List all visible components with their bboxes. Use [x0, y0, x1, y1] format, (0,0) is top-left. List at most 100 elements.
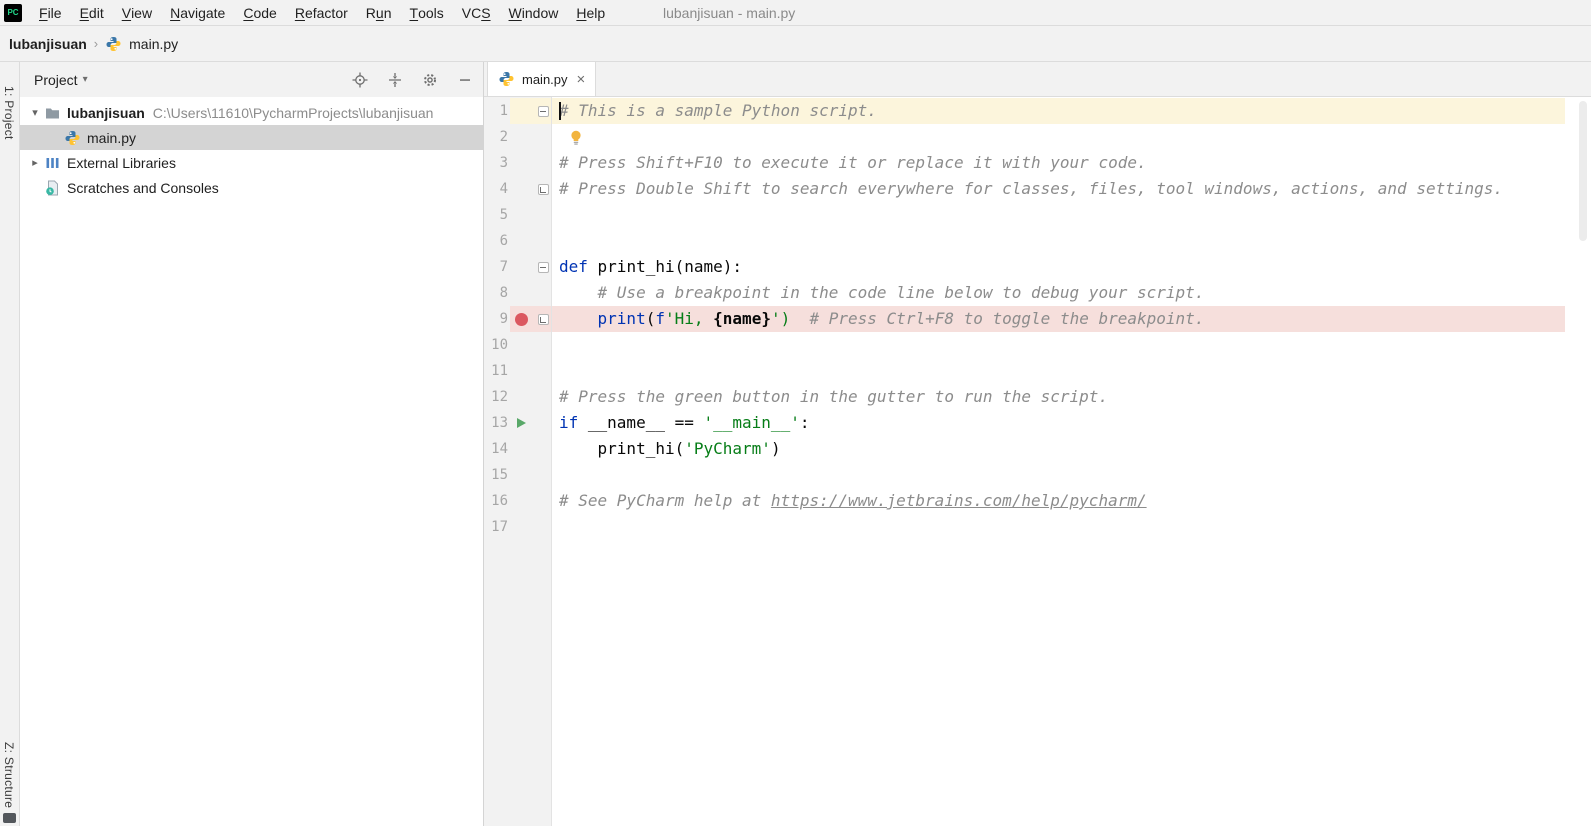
menu-window[interactable]: Window — [500, 0, 568, 25]
code-line-7[interactable]: def print_hi(name): — [552, 254, 1565, 280]
pycharm-window: PC File Edit View Navigate Code Refactor Ru n To… — [0, 0, 1591, 826]
code-line-16[interactable]: # See PyCharm help at https://www.jetbra… — [552, 488, 1565, 514]
tab-main-py[interactable]: main.py × — [487, 62, 597, 96]
breadcrumb: lubanjisuan › main.py — [0, 26, 1591, 62]
gutter-row-14[interactable]: 14 — [484, 436, 551, 462]
intention-bulb-icon[interactable] — [569, 130, 583, 145]
chevron-right-icon[interactable]: ▸ — [26, 156, 44, 169]
menu-refactor[interactable]: Refactor — [286, 0, 357, 25]
gutter-row-17[interactable]: 17 — [484, 514, 551, 540]
gutter-row-2[interactable]: 2 — [484, 124, 551, 150]
gutter-row-16[interactable]: 16 — [484, 488, 551, 514]
gutter-row-13[interactable]: 13 — [484, 410, 551, 436]
breakpoint-icon[interactable] — [514, 312, 528, 326]
code-line-9[interactable]: print(f'Hi, {name}') # Press Ctrl+F8 to … — [552, 306, 1565, 332]
tool-window-toggle-icon[interactable] — [3, 813, 16, 823]
menu-run[interactable]: Run — [357, 0, 401, 25]
code-line-15[interactable] — [552, 462, 1565, 488]
code-line-1[interactable]: # This is a sample Python script. — [552, 98, 1565, 124]
line-number: 16 — [491, 493, 508, 509]
gutter-row-8[interactable]: 8 — [484, 280, 551, 306]
line-number: 3 — [499, 155, 508, 171]
line-number: 17 — [491, 519, 508, 535]
gutter-row-4[interactable]: 4 — [484, 176, 551, 202]
gutter-row-15[interactable]: 15 — [484, 462, 551, 488]
gutter-row-11[interactable]: 11 — [484, 358, 551, 384]
python-icon — [64, 130, 81, 146]
hide-icon[interactable] — [457, 72, 473, 88]
breadcrumb-project[interactable]: lubanjisuan — [9, 36, 87, 52]
project-path: C:\Users\11610\PycharmProjects\lubanjisu… — [152, 104, 434, 121]
code-area[interactable]: # This is a sample Python script. # Press… — [552, 97, 1565, 826]
editor-gutter: 1 2 3 4 5 6 7 8 9 10 11 12 13 14 15 16 17 — [484, 97, 552, 826]
menu-navigate[interactable]: Navigate — [161, 0, 234, 25]
code-line-3[interactable]: # Press Shift+F10 to execute it or repla… — [552, 150, 1565, 176]
tree-item-main-py[interactable]: main.py — [20, 125, 483, 150]
gutter-row-9[interactable]: 9 — [484, 306, 551, 332]
chevron-down-icon[interactable]: ▾ — [83, 74, 88, 85]
menu-edit[interactable]: Edit — [71, 0, 113, 25]
breadcrumb-separator-icon: › — [93, 36, 99, 51]
editor-scrollbar[interactable] — [1565, 97, 1591, 826]
gutter-row-1[interactable]: 1 — [484, 98, 551, 124]
line-number: 13 — [491, 415, 508, 431]
tree-item-lubanjisuan[interactable]: ▾ lubanjisuan C:\Users\11610\PycharmProjec… — [20, 100, 483, 125]
code-line-14[interactable]: print_hi('PyCharm') — [552, 436, 1565, 462]
collapse-all-icon[interactable] — [387, 72, 403, 88]
menu-code[interactable]: Code — [234, 0, 285, 25]
line-number: 8 — [499, 285, 508, 301]
editor-body: 1 2 3 4 5 6 7 8 9 10 11 12 13 14 15 16 17 # This is a sa… — [484, 97, 1591, 826]
code-line-12[interactable]: # Press the green button in the gutter t… — [552, 384, 1565, 410]
pycharm-logo-icon: PC — [4, 3, 22, 22]
python-file-icon — [105, 36, 122, 52]
gutter-row-12[interactable]: 12 — [484, 384, 551, 410]
line-number: 14 — [491, 441, 508, 457]
code-line-2[interactable] — [552, 124, 1565, 150]
close-tab-icon[interactable]: × — [577, 71, 586, 88]
gutter-row-5[interactable]: 5 — [484, 202, 551, 228]
python-file-icon — [498, 71, 515, 87]
code-line-10[interactable] — [552, 332, 1565, 358]
menu-file[interactable]: File — [30, 0, 71, 25]
code-line-4[interactable]: # Press Double Shift to search everywher… — [552, 176, 1565, 202]
fold-end-icon[interactable] — [537, 313, 549, 325]
settings-gear-icon[interactable] — [422, 72, 438, 88]
breadcrumb-file[interactable]: main.py — [129, 36, 178, 52]
fold-start-icon[interactable] — [537, 105, 549, 117]
code-line-8[interactable]: # Use a breakpoint in the code line belo… — [552, 280, 1565, 306]
fold-end-icon[interactable] — [537, 183, 549, 195]
locate-icon[interactable] — [352, 72, 368, 88]
menu-vcs[interactable]: VC S — [453, 0, 500, 25]
code-line-5[interactable] — [552, 202, 1565, 228]
tab-label: main.py — [522, 71, 568, 87]
menu-tools[interactable]: Tools — [401, 0, 453, 25]
tree-item-label: lubanjisuan — [67, 104, 145, 121]
gutter-row-3[interactable]: 3 — [484, 150, 551, 176]
line-number: 4 — [499, 181, 508, 197]
scratches-icon — [44, 180, 61, 196]
menu-view[interactable]: View — [113, 0, 161, 25]
main-area: 1: Project Z: Structure Project ▾ ▾ luba… — [0, 62, 1591, 826]
stripe-project-button[interactable]: 1: Project — [2, 86, 16, 140]
line-number: 7 — [499, 259, 508, 275]
menu-help[interactable]: Help — [567, 0, 614, 25]
code-line-17[interactable] — [552, 514, 1565, 540]
stripe-structure-button[interactable]: Z: Structure — [2, 742, 16, 808]
gutter-row-6[interactable]: 6 — [484, 228, 551, 254]
line-number: 12 — [491, 389, 508, 405]
chevron-down-icon[interactable]: ▾ — [26, 106, 44, 119]
scrollbar-thumb[interactable] — [1579, 101, 1587, 241]
tree-item-external-libraries[interactable]: ▸ External Libraries — [20, 150, 483, 175]
code-line-13[interactable]: if __name__ == '__main__': — [552, 410, 1565, 436]
run-icon[interactable] — [516, 418, 526, 428]
gutter-row-10[interactable]: 10 — [484, 332, 551, 358]
tree-item-label: External Libraries — [67, 154, 176, 171]
project-view-selector[interactable]: Project — [34, 72, 78, 88]
gutter-row-7[interactable]: 7 — [484, 254, 551, 280]
code-line-11[interactable] — [552, 358, 1565, 384]
menu-bar: PC File Edit View Navigate Code Refactor Ru n To… — [0, 0, 1591, 26]
code-line-6[interactable] — [552, 228, 1565, 254]
tree-item-scratches-and-consoles[interactable]: Scratches and Consoles — [20, 175, 483, 200]
fold-start-icon[interactable] — [537, 261, 549, 273]
line-number: 6 — [499, 233, 508, 249]
